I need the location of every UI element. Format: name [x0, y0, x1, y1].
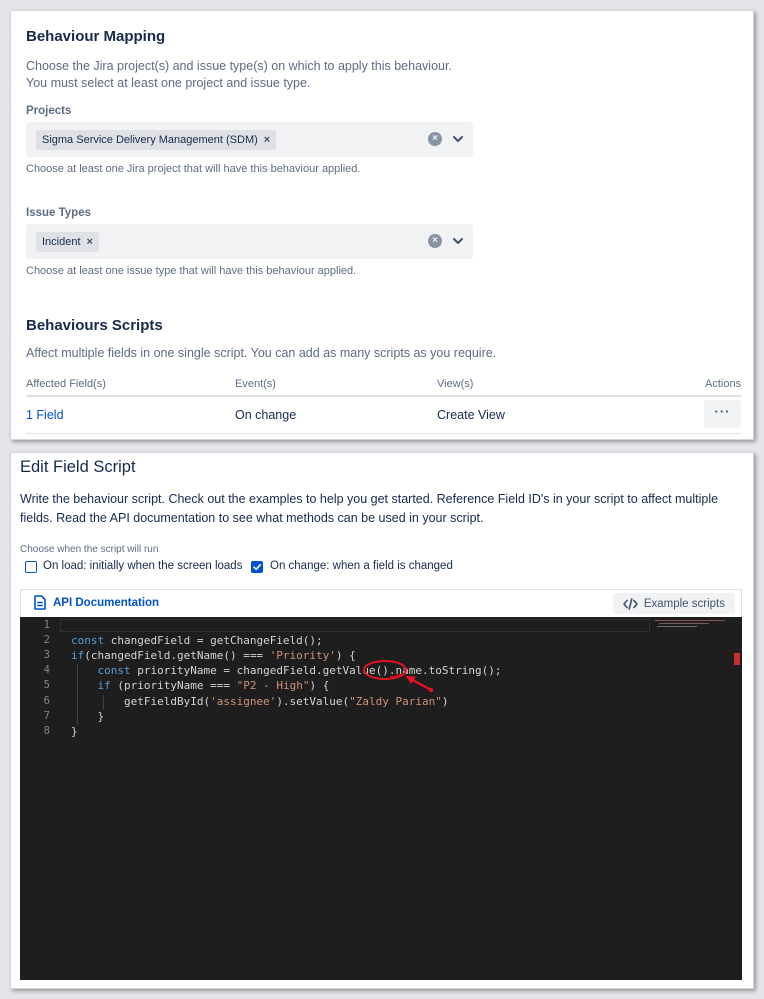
example-scripts-button[interactable]: Example scripts	[612, 593, 735, 614]
minimap	[655, 620, 725, 627]
line-number: 3	[43, 649, 50, 662]
code-token: }	[71, 709, 105, 723]
project-chip: Sigma Service Delivery Management (SDM) …	[36, 130, 277, 150]
remove-project-icon[interactable]: ×	[264, 134, 270, 146]
example-scripts-label: Example scripts	[643, 597, 725, 610]
column-header-affected-fields: Affected Field(s)	[26, 378, 106, 390]
code-token: const	[71, 634, 105, 648]
code-token: "P2 - High"	[236, 679, 310, 693]
table-header-divider	[26, 395, 741, 397]
line-number: 8	[43, 724, 50, 737]
code-line: const changedField = getChangeField();	[71, 634, 323, 647]
event-cell: On change	[235, 408, 297, 422]
issue-type-chip: Incident ×	[36, 232, 99, 252]
projects-helper: Choose at least one Jira project that wi…	[26, 163, 361, 175]
column-header-views: View(s)	[437, 378, 474, 390]
clear-issue-types-icon[interactable]: ×	[428, 234, 442, 248]
behaviour-mapping-intro-1: Choose the Jira project(s) and issue typ…	[26, 59, 452, 73]
more-actions-button[interactable]: ···	[704, 400, 741, 428]
code-icon	[623, 597, 638, 610]
overview-ruler-marker	[734, 653, 740, 665]
table-row-divider	[26, 433, 741, 434]
on-load-label: On load: initially when the screen loads	[43, 560, 243, 572]
project-chip-label: Sigma Service Delivery Management (SDM)	[42, 134, 258, 146]
clear-projects-icon[interactable]: ×	[428, 132, 442, 146]
issue-types-chevron-down-icon[interactable]	[450, 233, 466, 249]
view-cell: Create View	[437, 408, 505, 422]
code-line: }	[71, 725, 78, 738]
api-documentation-link[interactable]: API Documentation	[34, 595, 159, 610]
behaviour-mapping-intro-2: You must select at least one project and…	[26, 76, 311, 90]
behaviours-scripts-description: Affect multiple fields in one single scr…	[26, 346, 497, 360]
code-token: ) {	[335, 649, 356, 663]
on-change-checkbox[interactable]	[251, 561, 263, 573]
line-number: 4	[43, 664, 50, 677]
projects-select[interactable]: Sigma Service Delivery Management (SDM) …	[26, 122, 473, 157]
current-line-highlight	[60, 619, 650, 632]
column-header-actions: Actions	[705, 378, 742, 390]
edit-field-script-description: Write the behaviour script. Check out th…	[20, 492, 719, 525]
code-line: if (priorityName === "P2 - High") {	[71, 679, 330, 693]
line-number: 2	[43, 634, 50, 647]
affected-fields-link[interactable]: 1 Field	[26, 408, 64, 422]
projects-label: Projects	[26, 105, 72, 117]
code-token: if	[97, 679, 111, 693]
indent-guide	[103, 694, 104, 710]
on-change-label: On change: when a field is changed	[270, 560, 453, 572]
edit-field-script-title: Edit Field Script	[20, 458, 136, 476]
code-line: if(changedField.getName() === 'Priority'…	[71, 649, 356, 662]
code-token: 'Priority'	[269, 649, 336, 663]
line-number: 6	[43, 694, 50, 707]
issue-type-chip-label: Incident	[42, 236, 81, 248]
code-token: const	[97, 664, 131, 678]
behaviour-mapping-title: Behaviour Mapping	[26, 28, 166, 45]
script-toolbar: API Documentation Example scripts	[20, 589, 742, 617]
document-icon	[34, 595, 46, 610]
api-documentation-label: API Documentation	[53, 596, 160, 609]
annotation-circle-icon	[363, 660, 434, 693]
code-token: ).setValue(	[276, 694, 350, 708]
code-editor[interactable]: 1 2 3 4 5 6 7 8 const changedField = getChangeF…	[20, 617, 742, 980]
code-token: getFieldById(	[71, 694, 211, 708]
code-token: ) {	[309, 679, 330, 693]
line-number: 5	[43, 679, 50, 692]
issue-types-select[interactable]: Incident × ×	[26, 224, 473, 259]
line-number: 1	[43, 619, 50, 631]
issue-types-helper: Choose at least one issue type that will…	[26, 265, 357, 277]
code-token: changedField = getChangeField();	[104, 634, 323, 648]
edit-field-script-panel: Edit Field Script Write the behaviour sc…	[10, 452, 754, 989]
issue-types-label: Issue Types	[26, 207, 91, 219]
line-number: 7	[43, 709, 50, 722]
code-token: }	[71, 724, 78, 738]
code-line: }	[71, 710, 104, 723]
behaviour-mapping-panel: Behaviour Mapping Choose the Jira projec…	[10, 10, 754, 440]
code-token: 'assignee'	[210, 694, 277, 708]
column-header-events: Event(s)	[235, 378, 276, 390]
indent-guide	[77, 664, 78, 725]
run-options-label: Choose when the script will run	[20, 544, 159, 555]
code-token: if	[71, 649, 85, 663]
code-token: (priorityName ===	[110, 679, 237, 693]
on-load-checkbox[interactable]	[25, 561, 37, 573]
remove-issue-type-icon[interactable]: ×	[87, 236, 93, 248]
projects-chevron-down-icon[interactable]	[450, 131, 466, 147]
code-token: (changedField.getName() ===	[84, 649, 270, 663]
behaviours-scripts-title: Behaviours Scripts	[26, 317, 163, 334]
